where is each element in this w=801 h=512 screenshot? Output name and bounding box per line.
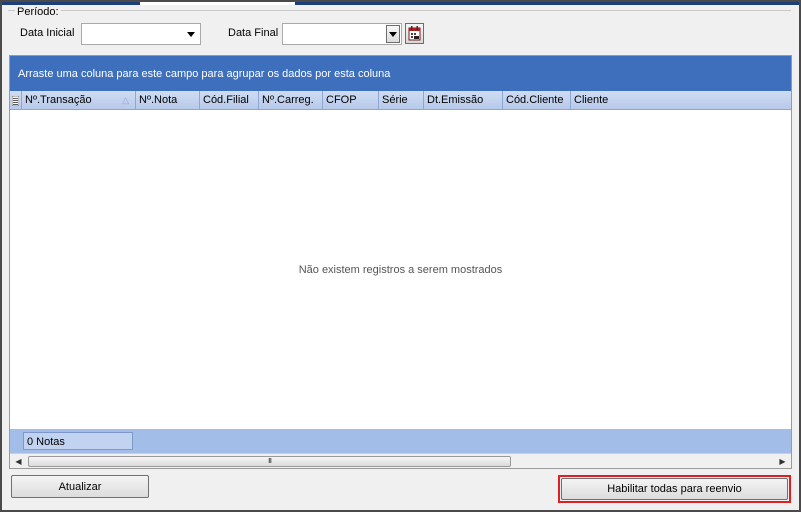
column-header-label: Nº.Nota: [139, 94, 178, 106]
data-grid: Arraste uma coluna para este campo para …: [9, 55, 792, 469]
column-header-label: Dt.Emissão: [427, 94, 484, 106]
calendar-button[interactable]: [405, 23, 424, 44]
scroll-grip: III: [268, 458, 272, 465]
chevron-down-icon[interactable]: [386, 25, 400, 43]
sort-ascending-icon: △: [122, 95, 129, 105]
column-header-label: Nº.Transação: [25, 94, 92, 106]
scroll-right-icon[interactable]: ▶: [775, 454, 790, 468]
horizontal-scrollbar[interactable]: ◀ III ▶: [10, 453, 791, 468]
column-chooser-button[interactable]: [10, 91, 22, 110]
column-header-cfop[interactable]: CFOP: [323, 91, 379, 110]
start-date-combo[interactable]: [81, 23, 201, 45]
column-header-transacao[interactable]: Nº.Transação △: [22, 91, 136, 110]
column-header-row: Nº.Transação △ Nº.Nota Cód.Filial Nº.Car…: [10, 91, 791, 110]
grid-footer: 0 Notas: [10, 429, 791, 453]
column-header-label: Nº.Carreg.: [262, 94, 314, 106]
column-header-serie[interactable]: Série: [379, 91, 424, 110]
column-header-label: Cód.Cliente: [506, 94, 564, 106]
chevron-down-icon[interactable]: [184, 26, 198, 42]
window: Período: Data Inicial Data Final Arraste…: [0, 0, 801, 512]
column-chooser-icon: [12, 95, 19, 106]
period-legend: Período:: [15, 6, 61, 18]
column-header-label: Cliente: [574, 94, 609, 106]
top-tab-strip: [2, 2, 799, 5]
start-date-label: Data Inicial: [20, 27, 75, 39]
column-header-label: Série: [382, 94, 408, 106]
column-header-carregamento[interactable]: Nº.Carreg.: [259, 91, 323, 110]
scrollbar-thumb[interactable]: III: [28, 456, 511, 467]
enable-all-resend-button[interactable]: Habilitar todas para reenvio: [561, 478, 788, 500]
column-header-filial[interactable]: Cód.Filial: [200, 91, 259, 110]
record-count: 0 Notas: [23, 432, 133, 450]
column-header-emissao[interactable]: Dt.Emissão: [424, 91, 503, 110]
column-header-nota[interactable]: Nº.Nota: [136, 91, 200, 110]
empty-grid-message: Não existem registros a serem mostrados: [298, 264, 503, 276]
column-header-cliente-codigo[interactable]: Cód.Cliente: [503, 91, 571, 110]
end-date-label: Data Final: [228, 27, 279, 39]
column-header-label: CFOP: [326, 94, 357, 106]
end-date-combo[interactable]: [282, 23, 402, 45]
group-by-panel[interactable]: Arraste uma coluna para este campo para …: [10, 56, 791, 91]
refresh-button[interactable]: Atualizar: [11, 475, 149, 498]
column-header-label: Cód.Filial: [203, 94, 249, 106]
calendar-icon: [408, 26, 421, 41]
scroll-left-icon[interactable]: ◀: [11, 454, 26, 468]
column-header-cliente[interactable]: Cliente: [571, 91, 791, 110]
period-group: Período: Data Inicial Data Final: [8, 6, 791, 52]
